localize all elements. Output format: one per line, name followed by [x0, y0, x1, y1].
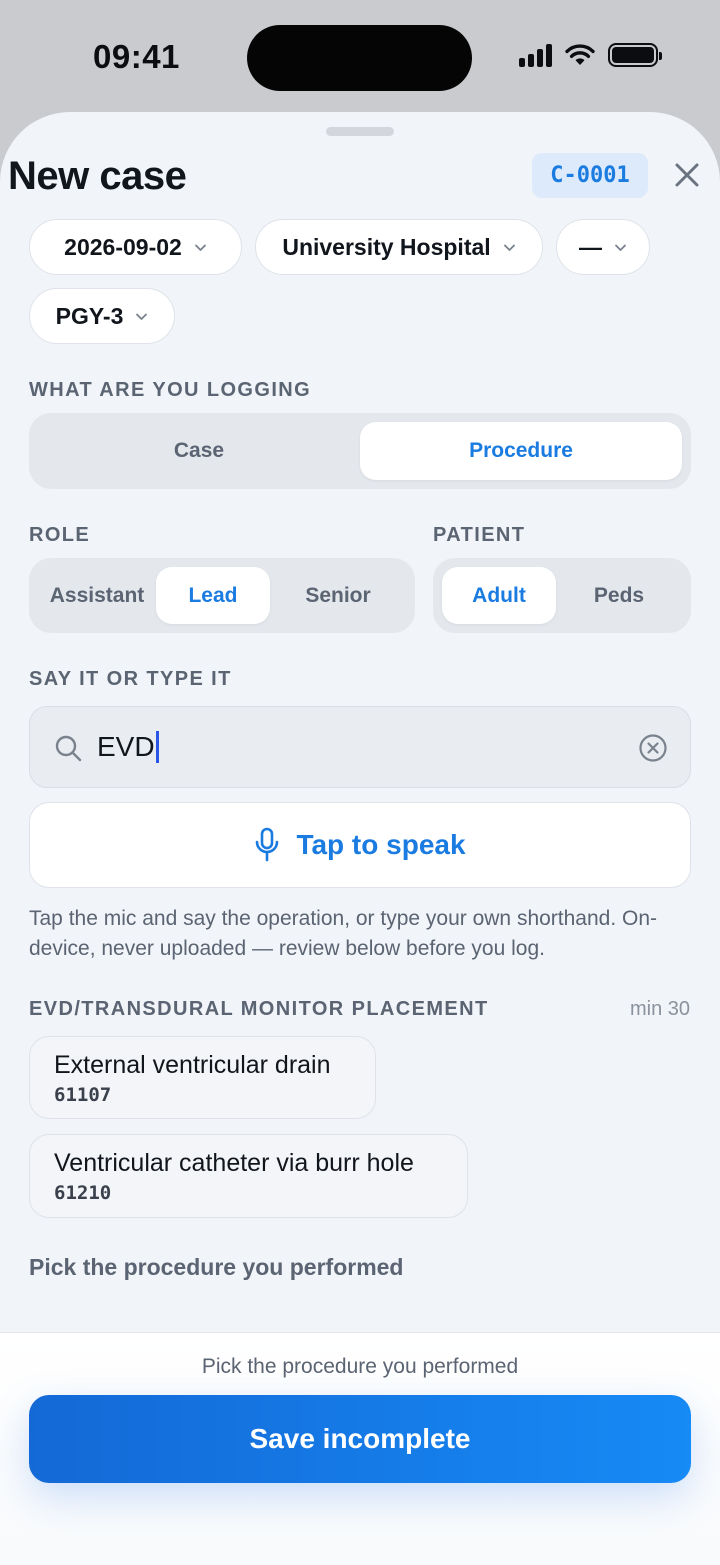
search-value-wrap: EVD: [97, 731, 159, 763]
role-segmented-control: Assistant Lead Senior: [29, 558, 415, 633]
procedure-code: 61107: [54, 1084, 112, 1106]
chevron-down-icon: [503, 244, 515, 251]
chevron-down-icon: [136, 313, 148, 320]
clear-icon[interactable]: [638, 733, 668, 763]
status-bar: 09:41: [0, 0, 720, 112]
logging-option-case[interactable]: Case: [38, 422, 360, 480]
role-option-lead[interactable]: Lead: [156, 567, 270, 624]
new-case-sheet: New case C-0001 2026-09-02 University Ho…: [0, 112, 720, 1565]
pick-procedure-label: Pick the procedure you performed: [29, 1254, 404, 1280]
chevron-down-icon: [615, 244, 626, 251]
text-caret: [155, 731, 159, 763]
tap-to-speak-button[interactable]: Tap to speak: [29, 802, 691, 888]
case-id-badge: C-0001: [532, 153, 648, 198]
role-option-senior[interactable]: Senior: [270, 567, 406, 624]
chevron-down-icon: [194, 244, 206, 251]
system-icons: [519, 43, 662, 67]
patient-option-adult[interactable]: Adult: [442, 567, 556, 624]
close-icon[interactable]: [670, 158, 704, 192]
date-picker[interactable]: 2026-09-02: [29, 219, 242, 275]
logging-segmented-control: Case Procedure: [29, 413, 691, 489]
minimum-label: min 30: [629, 998, 690, 1020]
page-title: New case: [8, 154, 187, 198]
input-hint: Tap the mic and say the operation, or ty…: [29, 907, 658, 960]
footer-hint: Pick the procedure you performed: [201, 1355, 519, 1378]
signal-icon: [519, 43, 552, 67]
procedure-name: External ventricular drain: [54, 1051, 331, 1079]
logging-option-procedure[interactable]: Procedure: [360, 422, 682, 480]
battery-icon: [608, 43, 662, 67]
procedure-code: 61210: [54, 1182, 112, 1204]
wifi-icon: [565, 44, 595, 65]
hospital-picker[interactable]: University Hospital: [255, 219, 543, 275]
procedure-option[interactable]: Ventricular catheter via burr hole 61210: [29, 1134, 468, 1218]
search-value: EVD: [97, 731, 155, 762]
date-value: 2026-09-02: [64, 233, 182, 260]
footer-bar: Pick the procedure you performed Save in…: [0, 1332, 720, 1565]
role-label: ROLE: [29, 524, 91, 546]
patient-option-peds[interactable]: Peds: [556, 567, 682, 624]
save-incomplete-button[interactable]: Save incomplete: [29, 1395, 691, 1483]
status-time: 09:41: [93, 38, 180, 75]
hospital-value: University Hospital: [282, 233, 491, 260]
patient-segmented-control: Adult Peds: [433, 558, 691, 633]
extra-picker[interactable]: —: [556, 219, 650, 275]
tap-to-speak-label: Tap to speak: [296, 829, 466, 860]
input-label: SAY IT OR TYPE IT: [29, 668, 232, 690]
procedure-name: Ventricular catheter via burr hole: [54, 1149, 414, 1177]
dynamic-island: [247, 25, 472, 91]
level-value: PGY-3: [55, 302, 124, 329]
procedure-option[interactable]: External ventricular drain 61107: [29, 1036, 376, 1119]
patient-label: PATIENT: [433, 524, 526, 546]
mic-icon: [256, 827, 279, 862]
sheet-grabber[interactable]: [326, 127, 394, 136]
extra-value: —: [579, 233, 602, 260]
search-icon: [55, 735, 82, 762]
role-option-assistant[interactable]: Assistant: [38, 567, 156, 624]
result-group-label: EVD/TRANSDURAL MONITOR PLACEMENT: [29, 998, 489, 1020]
level-picker[interactable]: PGY-3: [29, 288, 175, 344]
logging-label: WHAT ARE YOU LOGGING: [29, 379, 312, 401]
search-input[interactable]: EVD: [29, 706, 691, 788]
